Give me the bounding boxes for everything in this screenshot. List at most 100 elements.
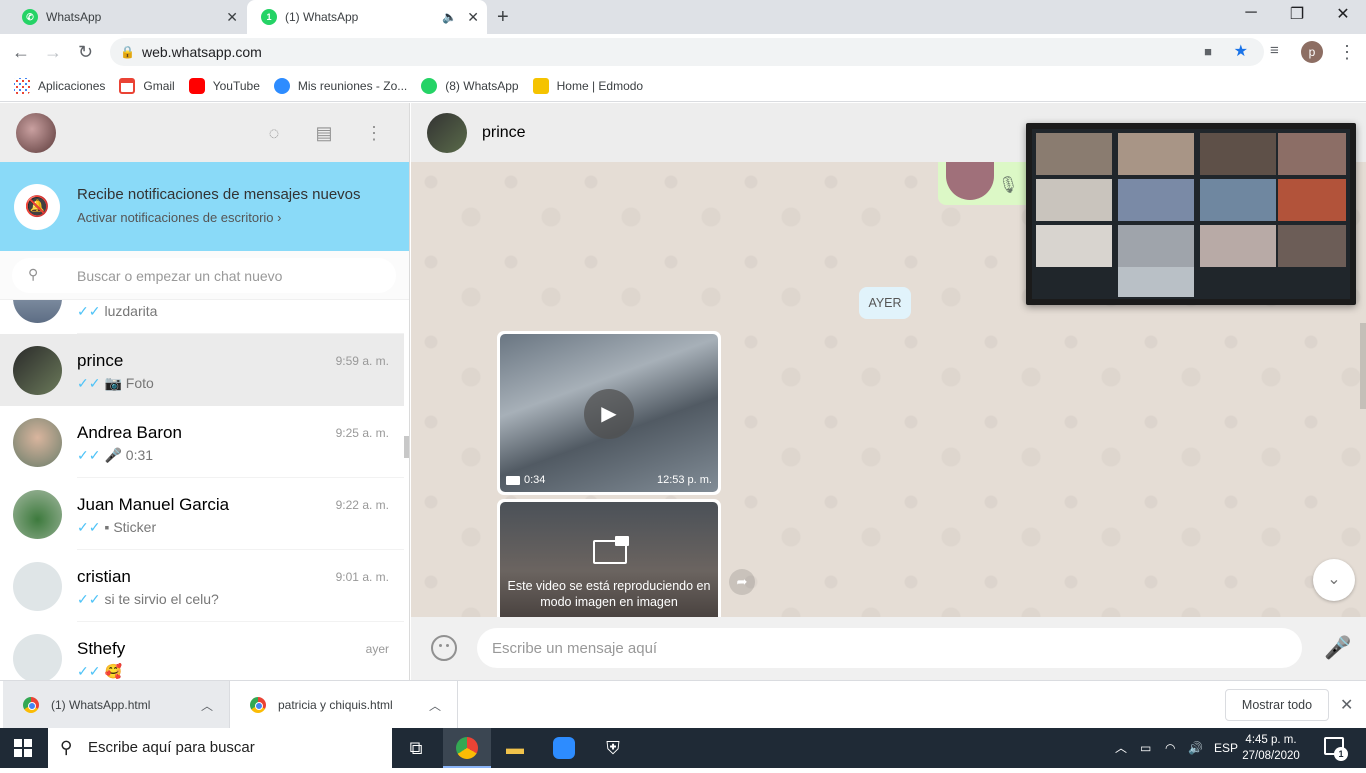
media-control-icon[interactable]: ≡ — [1270, 42, 1279, 59]
profile-avatar[interactable]: p — [1301, 41, 1323, 63]
address-bar[interactable]: 🔒 web.whatsapp.com ■ ★ — [110, 38, 1264, 66]
bookmark-whatsapp[interactable]: (8) WhatsApp — [421, 77, 519, 94]
zoom-icon[interactable] — [540, 728, 588, 768]
list-item[interactable]: ✓✓ luzdarita — [0, 300, 404, 334]
restore-icon[interactable]: ❐ — [1274, 4, 1320, 24]
chrome-file-icon — [250, 697, 266, 713]
system-clock[interactable]: 4:45 p. m. 27/08/2020 — [1240, 732, 1302, 764]
forward-icon[interactable]: ➦ — [729, 569, 755, 595]
conversation-scrollbar[interactable] — [1360, 323, 1366, 409]
zoom-icon — [273, 77, 290, 94]
list-item[interactable]: Juan Manuel Garcia 9:22 a. m. ✓✓ ▪ Sticke… — [0, 478, 404, 550]
windows-security-icon[interactable]: ⛨ — [589, 728, 637, 768]
mic-icon: 🎙 — [998, 177, 1019, 194]
video-thumbnail[interactable]: ▶ 0:34 12:53 p. m. — [500, 334, 718, 492]
chat-name: Sthefy — [77, 639, 126, 658]
camera-icon[interactable]: ■ — [1204, 38, 1212, 66]
tab-whatsapp-active[interactable]: 1 (1) WhatsApp 🔈 ✕ — [247, 0, 487, 34]
whatsapp-icon: ✆ — [22, 9, 38, 25]
list-item[interactable]: Sthefy ayer ✓✓ 🥰 — [0, 622, 404, 680]
video-message[interactable]: ▶ 0:34 12:53 p. m. — [497, 331, 721, 495]
speaker-icon[interactable]: 🔈 — [442, 10, 457, 24]
menu-kebab-icon[interactable]: ⋮ — [1338, 42, 1356, 63]
video-message-pip[interactable]: Este video se está reproduciendo en modo… — [497, 499, 721, 617]
picture-in-picture-icon — [593, 536, 629, 564]
search-input[interactable] — [12, 258, 396, 293]
browser-toolbar: ← → ↻ 🔒 web.whatsapp.com ■ ★ ≡ ⋮ — [0, 34, 1366, 70]
list-item[interactable]: prince 9:59 a. m. ✓✓ 📷 Foto — [0, 334, 404, 406]
close-icon[interactable]: ✕ — [1340, 695, 1353, 715]
video-tile — [1278, 179, 1346, 221]
bookmark-apps[interactable]: Aplicaciones — [14, 77, 105, 94]
video-tile — [1036, 179, 1112, 221]
sidebar-scrollbar[interactable] — [404, 436, 409, 458]
list-item[interactable]: Andrea Baron 9:25 a. m. ✓✓ 🎤 0:31 — [0, 406, 404, 478]
bookmark-zoom[interactable]: Mis reuniones - Zo... — [273, 77, 408, 94]
bookmark-edmodo[interactable]: Home | Edmodo — [532, 77, 643, 94]
chevron-up-icon[interactable]: ︿ — [201, 697, 213, 714]
contact-avatar[interactable] — [427, 113, 467, 153]
reload-icon[interactable]: ↻ — [78, 42, 93, 63]
emoji-icon[interactable] — [431, 635, 457, 661]
star-bookmark-icon[interactable]: ★ — [1234, 38, 1248, 66]
avatar — [13, 300, 62, 323]
close-window-icon[interactable]: ✕ — [1320, 4, 1366, 24]
chat-sidebar: ◌ ▤ ⋮ 🔕 Recibe notificaciones de mensaje… — [0, 103, 410, 680]
my-avatar[interactable] — [16, 113, 56, 153]
tab-whatsapp[interactable]: ✆ WhatsApp ✕ — [8, 0, 246, 34]
language-indicator[interactable]: ESP — [1214, 728, 1238, 768]
picture-in-picture-window[interactable] — [1026, 123, 1356, 305]
forward-icon[interactable]: → — [44, 42, 62, 63]
video-tile — [1200, 179, 1276, 221]
bookmark-youtube[interactable]: YouTube — [188, 77, 260, 94]
menu-kebab-icon[interactable]: ⋮ — [362, 121, 386, 145]
enable-notifications-link[interactable]: Activar notificaciones de escritorio › — [77, 210, 281, 225]
contact-name: prince — [482, 124, 526, 141]
show-all-button[interactable]: Mostrar todo — [1225, 689, 1329, 721]
message-input[interactable] — [477, 628, 1302, 668]
back-icon[interactable]: ← — [12, 42, 30, 63]
scroll-down-icon[interactable]: ⌄ — [1313, 559, 1355, 601]
new-tab-button[interactable]: + — [497, 0, 509, 34]
file-explorer-icon[interactable]: ▬ — [491, 728, 539, 768]
camera-icon: 📷 — [104, 375, 122, 391]
minimize-icon[interactable]: ─ — [1228, 4, 1274, 22]
chrome-icon[interactable] — [443, 728, 491, 768]
new-chat-icon[interactable]: ▤ — [312, 121, 336, 145]
voice-message-bubble[interactable]: 🎙 — [938, 162, 1038, 205]
status-icon[interactable]: ◌ — [262, 121, 286, 145]
avatar — [13, 346, 62, 395]
video-call-grid — [1032, 129, 1350, 299]
video-tile — [1200, 133, 1276, 175]
bookmark-gmail[interactable]: Gmail — [119, 77, 175, 94]
download-item[interactable]: patricia y chiquis.html ︿ — [230, 681, 458, 729]
youtube-icon — [188, 77, 205, 94]
mic-icon[interactable]: 🎤 — [1324, 635, 1351, 661]
bookmark-label: YouTube — [212, 78, 260, 93]
volume-icon[interactable]: 🔊 — [1188, 728, 1203, 768]
wifi-icon[interactable]: ◠ — [1165, 728, 1175, 768]
chevron-up-icon[interactable]: ︿ — [429, 697, 441, 714]
task-view-icon[interactable]: ⧉ — [392, 728, 440, 768]
list-item[interactable]: cristian 9:01 a. m. ✓✓ si te sirvio el ce… — [0, 550, 404, 622]
video-thumbnail[interactable]: Este video se está reproduciendo en modo… — [500, 502, 718, 617]
gmail-icon — [119, 77, 136, 94]
download-item[interactable]: (1) WhatsApp.html ︿ — [3, 681, 230, 729]
last-message: Foto — [125, 375, 154, 391]
video-tile — [1200, 225, 1276, 267]
bookmark-label: Mis reuniones - Zo... — [297, 78, 408, 93]
double-check-icon: ✓✓ — [77, 375, 101, 391]
date-divider: AYER — [859, 287, 911, 319]
close-tab-icon[interactable]: ✕ — [226, 9, 238, 26]
battery-icon[interactable]: ▭ — [1140, 728, 1151, 768]
bookmark-label: (8) WhatsApp — [445, 78, 519, 93]
close-tab-icon[interactable]: ✕ — [467, 9, 479, 26]
notification-banner[interactable]: 🔕 Recibe notificaciones de mensajes nuev… — [0, 162, 409, 251]
play-icon[interactable]: ▶ — [584, 389, 634, 439]
windows-start-icon[interactable] — [14, 739, 32, 757]
last-message: 🥰 — [104, 663, 122, 679]
video-camera-icon — [506, 476, 520, 485]
taskbar-search[interactable]: ⚲ Escribe aquí para buscar — [48, 728, 392, 768]
chevron-up-icon[interactable]: ︿ — [1115, 728, 1127, 768]
notification-count-badge: 1 — [1334, 747, 1348, 761]
